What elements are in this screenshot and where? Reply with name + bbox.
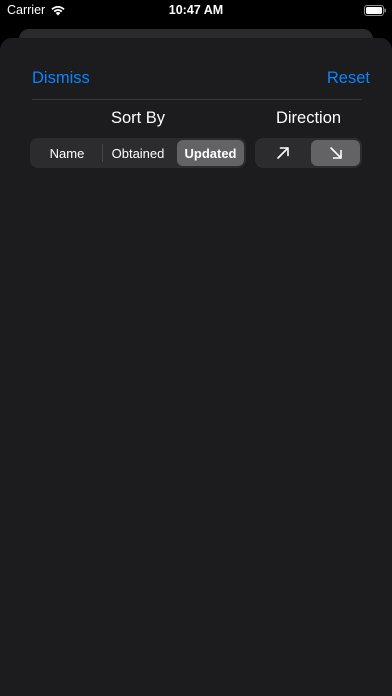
direction-descending-button[interactable]: [311, 140, 360, 166]
battery-icon: [364, 5, 386, 16]
screen: Carrier 10:47 AM Dismiss Reset Sort By D…: [0, 0, 392, 696]
sort-option-updated[interactable]: Updated: [177, 140, 244, 166]
sort-segmented-control: Name Obtained Updated: [30, 138, 246, 168]
direction-label: Direction: [275, 109, 342, 127]
sort-sheet: Dismiss Reset Sort By Direction Name Obt…: [0, 38, 392, 696]
arrow-down-right-icon: [329, 146, 343, 160]
dismiss-button[interactable]: Dismiss: [32, 68, 90, 88]
reset-button[interactable]: Reset: [327, 68, 370, 88]
divider: [32, 99, 362, 100]
sort-option-name[interactable]: Name: [32, 140, 102, 166]
status-bar: Carrier 10:47 AM: [0, 0, 392, 22]
direction-ascending-button[interactable]: [257, 140, 308, 166]
direction-segmented-control: [255, 138, 362, 168]
status-time: 10:47 AM: [168, 3, 224, 17]
sort-option-obtained[interactable]: Obtained: [103, 140, 173, 166]
sort-by-label: Sort By: [110, 109, 166, 127]
arrow-up-right-icon: [276, 146, 290, 160]
